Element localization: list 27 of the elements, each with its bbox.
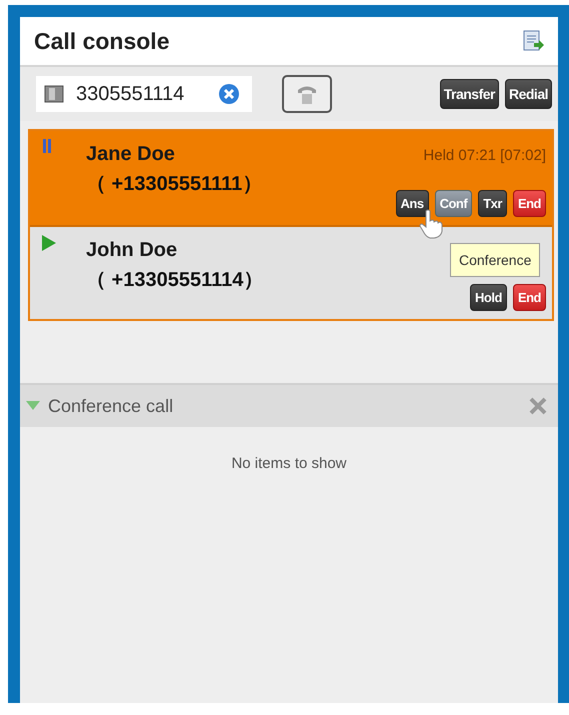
conference-header[interactable]: Conference call [20, 385, 558, 427]
conference-title: Conference call [48, 396, 174, 416]
call-row[interactable]: Jane Doe （ +13305551111） Held 07:21 [07:02] Ans Conf Txr End [30, 131, 552, 225]
call-action-button[interactable]: Ans [396, 190, 429, 217]
dial-field[interactable]: 3305551114 [36, 76, 252, 112]
toolbar-button[interactable]: Redial [504, 79, 552, 109]
call-action-button[interactable]: End [512, 284, 546, 311]
close-icon[interactable] [528, 396, 548, 416]
toolbar-button[interactable]: Transfer [440, 79, 499, 109]
call-action-button[interactable]: Hold [470, 284, 507, 311]
caller-number: （ +13305551111） [86, 172, 264, 197]
clear-icon[interactable] [218, 83, 240, 105]
pause-icon [42, 139, 52, 153]
call-action-button[interactable]: End [512, 190, 546, 217]
dialpad-button[interactable] [282, 75, 332, 113]
call-action-button[interactable]: Txr [478, 190, 507, 217]
caller-name: Jane Doe [86, 143, 176, 166]
dial-number-field[interactable]: 3305551114 [74, 82, 208, 106]
call-timer: Held 07:21 [07:02] [423, 147, 546, 164]
hand-cursor-icon [418, 209, 444, 239]
phonebook-icon [44, 84, 64, 104]
empty-message: No items to show [231, 455, 347, 472]
play-icon [42, 235, 56, 251]
tooltip: Conference [450, 243, 540, 277]
caller-number: （ +13305551114） [86, 268, 264, 293]
window-title: Call console [34, 28, 170, 54]
export-icon [522, 29, 546, 53]
